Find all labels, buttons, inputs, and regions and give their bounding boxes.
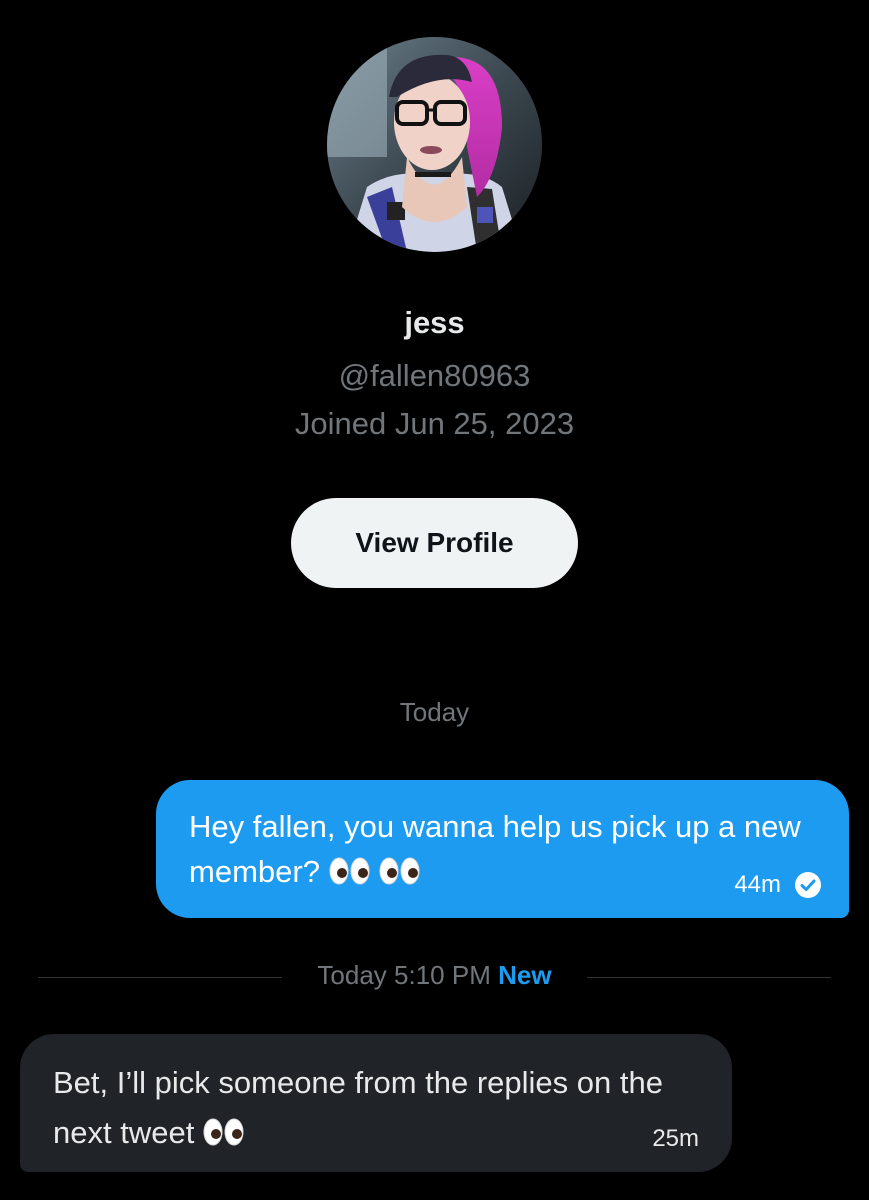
- view-profile-button[interactable]: View Profile: [291, 498, 578, 588]
- dm-conversation-screen: jess @fallen80963 Joined Jun 25, 2023 Vi…: [0, 0, 869, 1200]
- incoming-message-time: 25m: [652, 1125, 699, 1152]
- profile-joined-date: Joined Jun 25, 2023: [294, 406, 575, 441]
- divider-line-right: [587, 977, 831, 978]
- profile-handle: @fallen80963: [338, 358, 531, 393]
- outgoing-message-text: Hey fallen, you wanna help us pick up a …: [189, 809, 801, 889]
- eyes-emoji-icon: [203, 1118, 244, 1146]
- incoming-message-text: Bet, I’ll pick someone from the replies …: [53, 1065, 663, 1150]
- outgoing-message-time: 44m: [734, 871, 781, 898]
- divider-text: Today 5:10 PM New: [38, 960, 831, 991]
- profile-name: jess: [404, 305, 465, 340]
- incoming-message-bubble[interactable]: Bet, I’ll pick someone from the replies …: [20, 1034, 732, 1172]
- profile-avatar[interactable]: [327, 37, 542, 252]
- outgoing-message-bubble[interactable]: Hey fallen, you wanna help us pick up a …: [156, 780, 849, 918]
- new-badge: New: [498, 960, 552, 990]
- divider-timestamp: Today 5:10 PM: [317, 960, 491, 990]
- incoming-message-content: Bet, I’ll pick someone from the replies …: [53, 1058, 713, 1158]
- avatar-photo: [327, 37, 542, 252]
- outgoing-message-content: Hey fallen, you wanna help us pick up a …: [189, 804, 829, 894]
- eyes-emoji-icon: [329, 857, 370, 885]
- seen-check-icon: [795, 872, 821, 898]
- conversation-date-label: Today: [399, 697, 470, 727]
- eyes-emoji-icon: [379, 857, 420, 885]
- new-messages-divider: Today 5:10 PM New: [38, 958, 831, 998]
